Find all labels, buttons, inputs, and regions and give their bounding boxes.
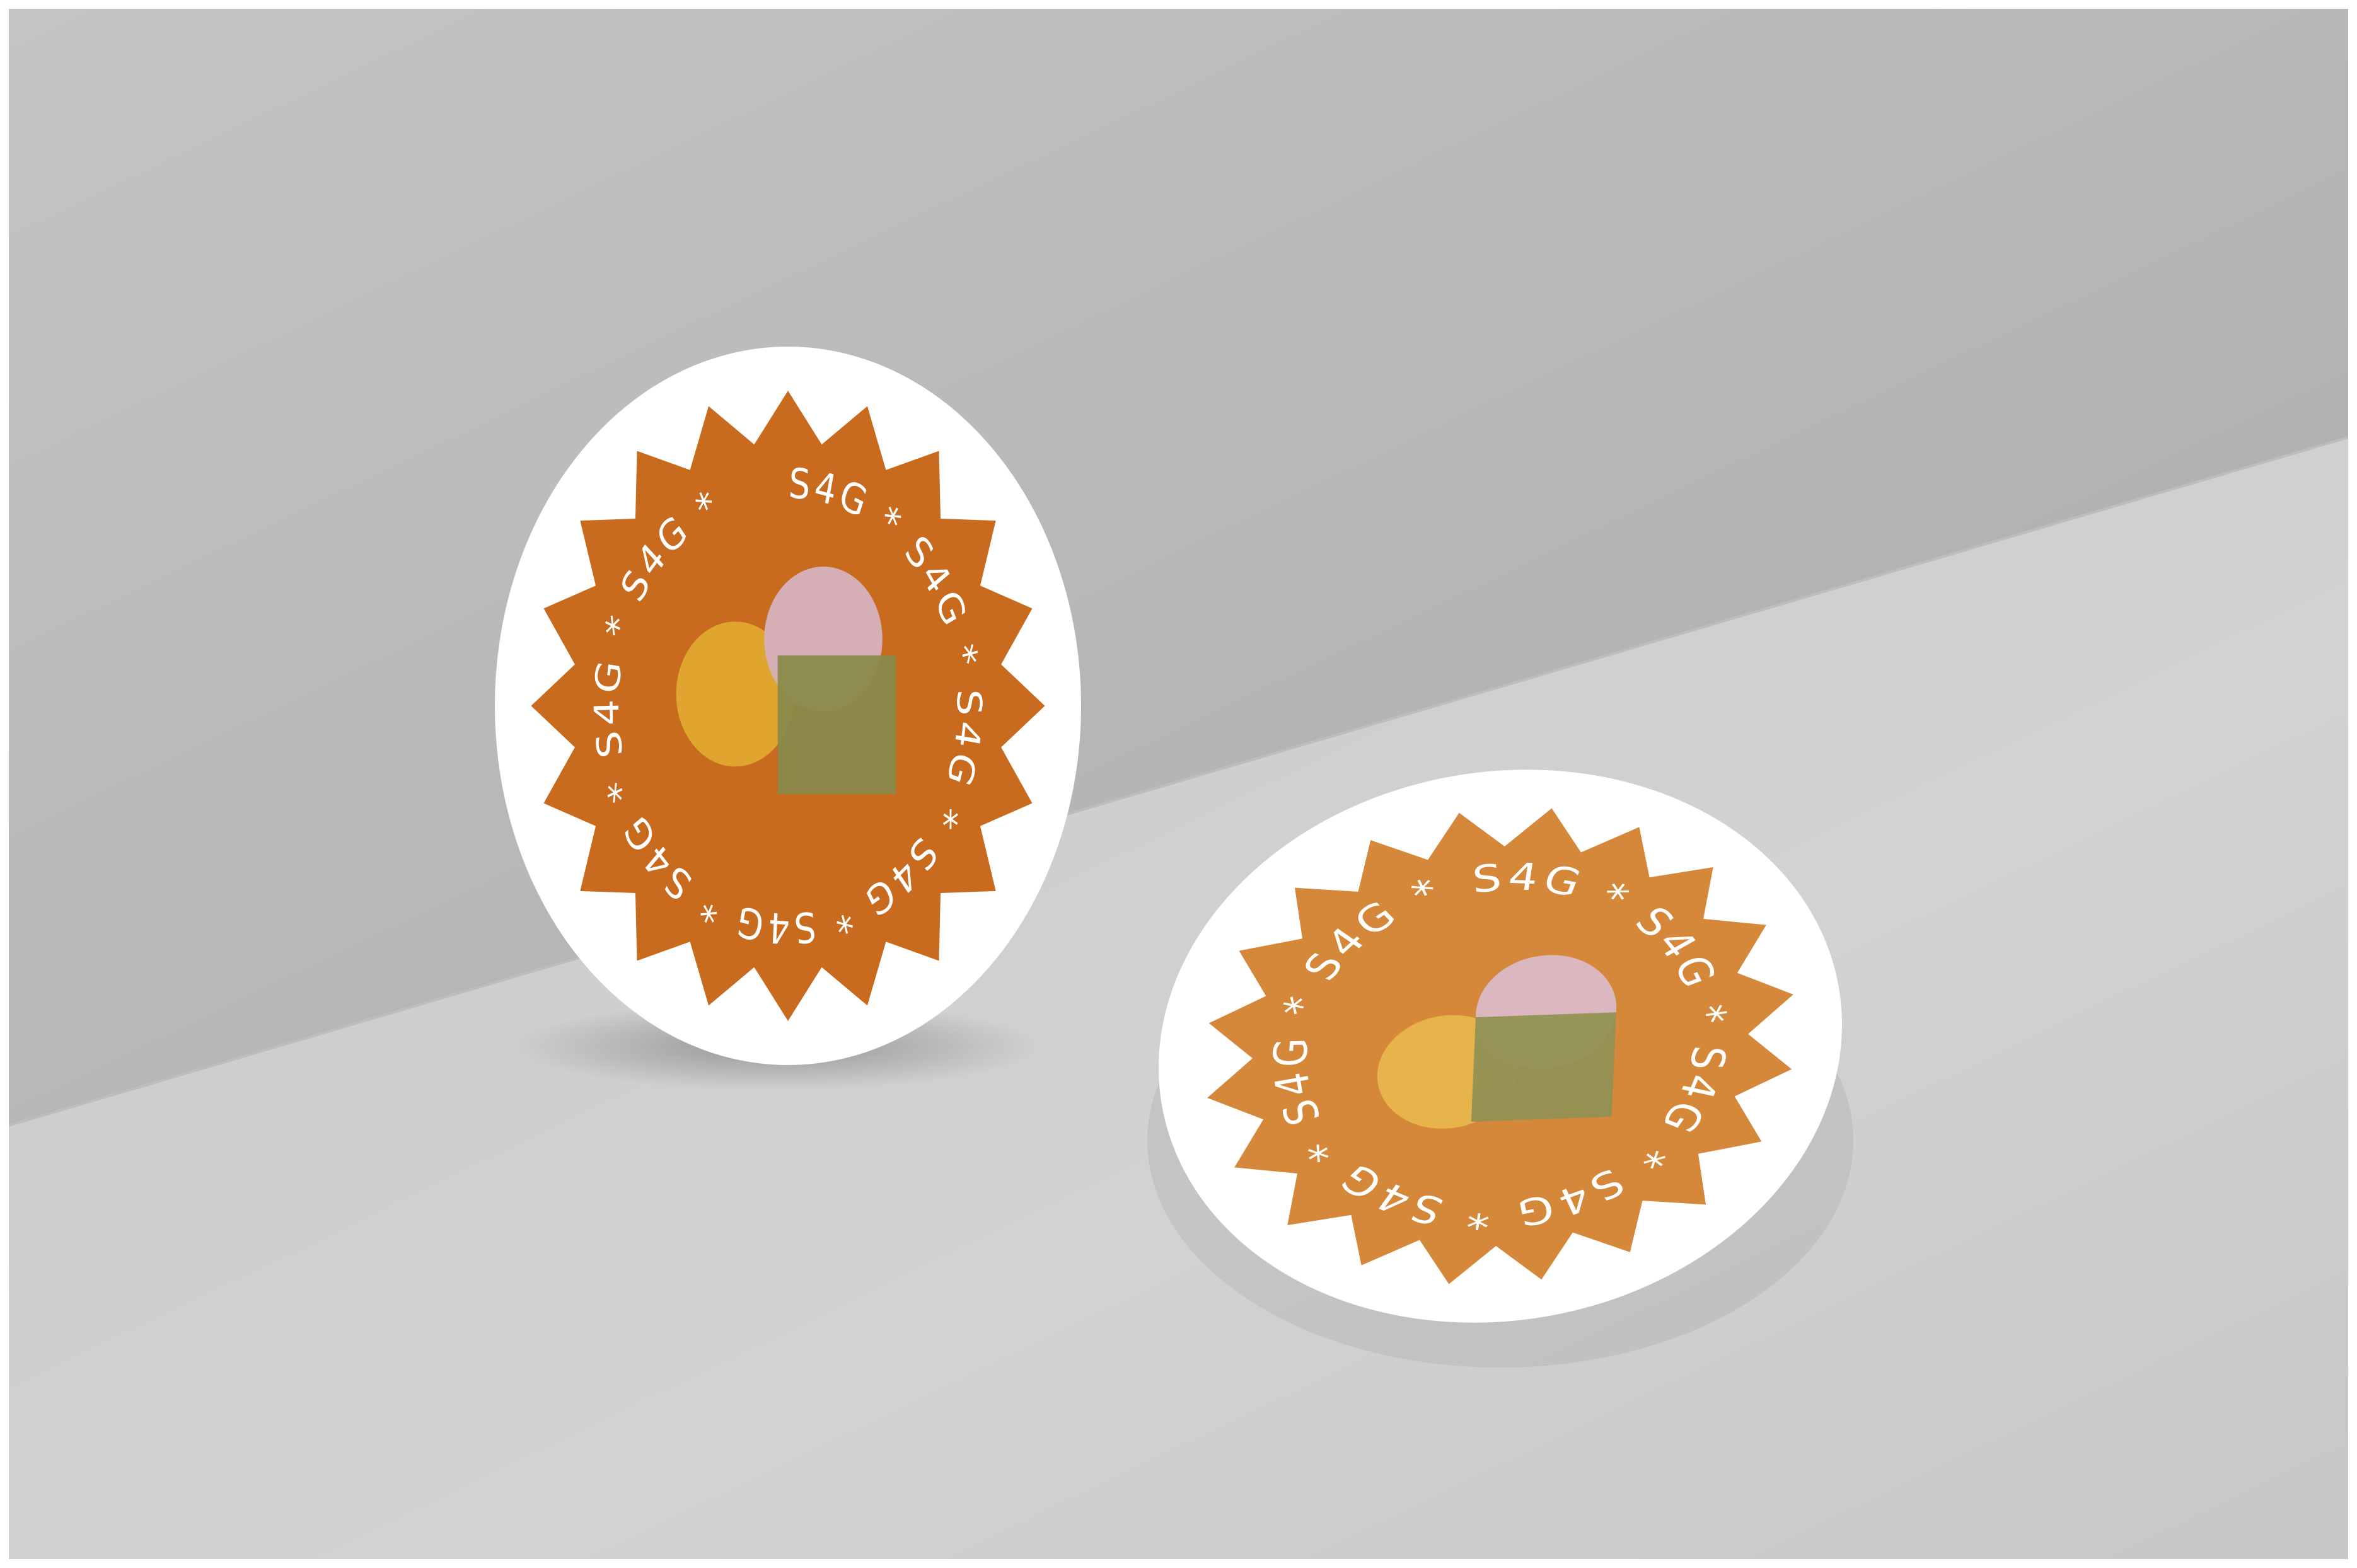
product-mockup-scene: S4G * S4G * S4G * S4G * S4G * S4G * S4G … — [0, 0, 2357, 1568]
upright-sticker: S4G * S4G * S4G * S4G * S4G * S4G * S4G … — [495, 347, 1081, 1065]
mockup-canvas: S4G * S4G * S4G * S4G * S4G * S4G * S4G … — [0, 0, 2357, 1568]
heart-green-block — [777, 655, 896, 794]
heart-green-block — [1471, 1012, 1616, 1122]
